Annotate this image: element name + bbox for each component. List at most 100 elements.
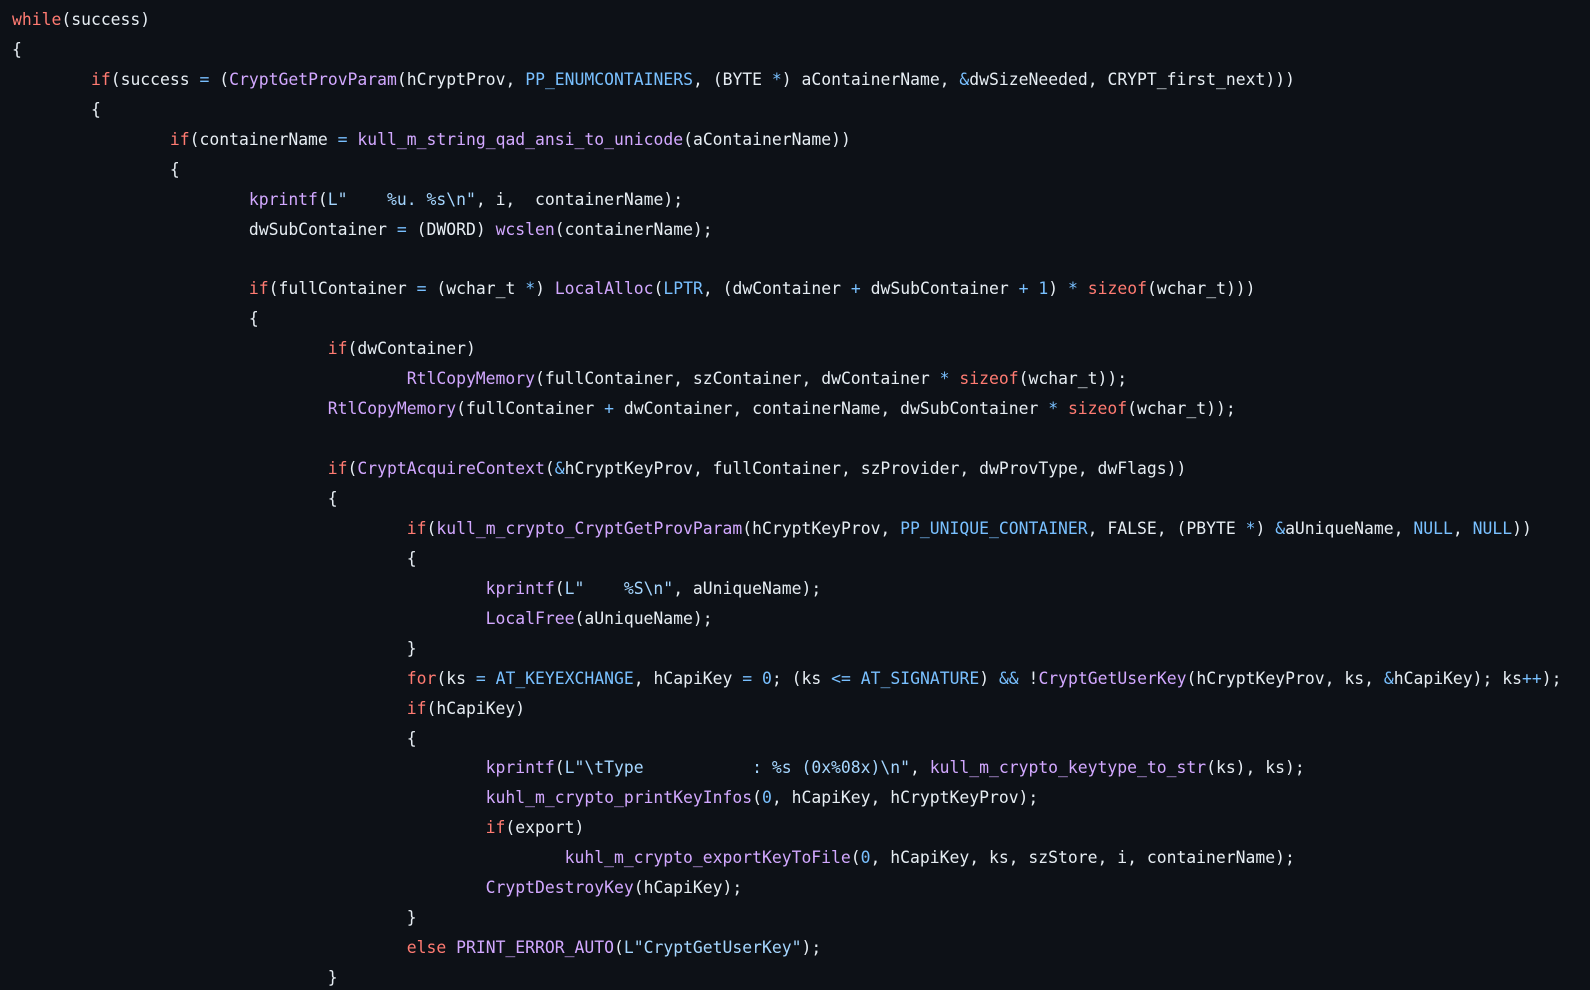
function-name-token: RtlCopyMemory [406, 369, 536, 389]
operator-token: * [1048, 399, 1059, 419]
code-text-token: { [12, 309, 259, 329]
keyword-token: if [485, 818, 506, 838]
code-text-token: (hCryptKeyProv, [742, 518, 901, 538]
code-text-token: , hCapiKey [633, 668, 743, 688]
code-text-token: ( [209, 69, 230, 89]
code-text-token: { [12, 39, 22, 59]
keyword-token: if [248, 279, 269, 299]
code-text-token: hCapiKey); ks [1393, 668, 1523, 688]
code-text-token: ) [1255, 518, 1276, 538]
function-name-token: LocalFree [485, 608, 575, 628]
code-block[interactable]: while(success){ if(success = (CryptGetPr… [0, 0, 1590, 990]
operator-token: * [1068, 279, 1078, 299]
code-text-token: ) [535, 279, 555, 299]
operator-token: & [959, 69, 970, 89]
code-text-token: ); [1541, 668, 1562, 688]
function-name-token: kprintf [485, 578, 555, 598]
operator-token: = [475, 668, 486, 688]
number-token: 0 [860, 848, 871, 868]
keyword-token: while [12, 10, 62, 29]
code-text-token: (fullContainer [456, 399, 605, 419]
keyword-token: else [406, 938, 447, 958]
code-text-token: (success [110, 69, 200, 89]
keyword-token: if [90, 69, 111, 89]
code-line: dwSubContainer = (DWORD) wcslen(containe… [12, 215, 1590, 245]
code-line: if(fullContainer = (wchar_t *) LocalAllo… [12, 274, 1590, 304]
code-line: else PRINT_ERROR_AUTO(L"CryptGetUserKey"… [12, 933, 1590, 963]
code-text-token: dwSubContainer [12, 219, 397, 239]
code-line: if(dwContainer) [12, 334, 1590, 364]
code-text-token: } [12, 908, 417, 928]
function-name-token: kprintf [485, 758, 555, 778]
function-name-token: kull_m_crypto_keytype_to_str [929, 758, 1207, 778]
constant-token: AT_KEYEXCHANGE [495, 668, 634, 688]
constant-token: AT_SIGNATURE [860, 668, 980, 688]
code-text-token: (DWORD) [406, 219, 496, 239]
code-line: LocalFree(aUniqueName); [12, 604, 1590, 634]
code-text-token: ) [1048, 279, 1069, 299]
code-text-token: )) [1512, 518, 1532, 538]
code-text-token: ( [653, 279, 664, 299]
string-literal-token: L" %u. %s\n" [327, 189, 476, 209]
code-text-token: , FALSE, (PBYTE [1087, 518, 1246, 538]
function-name-token: CryptGetUserKey [1038, 668, 1187, 688]
operator-token: * [771, 69, 782, 89]
keyword-token: if [406, 698, 427, 718]
code-line: while(success) [12, 5, 1590, 35]
constant-token: NULL [1472, 518, 1513, 538]
code-line: { [12, 35, 1590, 65]
code-text-token: (containerName [189, 129, 338, 149]
keyword-token: if [327, 459, 348, 479]
code-text-token: ( [613, 938, 624, 958]
code-text-token: (ks [436, 668, 476, 688]
code-text-token: , (BYTE [692, 69, 772, 89]
code-line: if(CryptAcquireContext(&hCryptKeyProv, f… [12, 454, 1590, 484]
code-text-token: ( [317, 189, 328, 209]
code-text-token: { [12, 548, 417, 568]
keyword-token: sizeof [1087, 279, 1147, 299]
code-line: ​ [12, 424, 1590, 454]
keyword-token: if [406, 518, 427, 538]
code-line: kprintf(L" %u. %s\n", i, containerName); [12, 185, 1590, 215]
operator-token: <= [831, 668, 851, 688]
operator-token: && [998, 668, 1019, 688]
code-text-token: ( [554, 578, 565, 598]
code-line: kprintf(L" %S\n", aUniqueName); [12, 574, 1590, 604]
code-text-token: ) aContainerName, [781, 69, 960, 89]
operator-token: & [554, 459, 565, 479]
operator-token: = [199, 69, 210, 89]
code-text-token: (dwContainer) [347, 339, 476, 359]
code-text-token: dwSizeNeeded, CRYPT_first_next))) [969, 69, 1295, 89]
code-line: kuhl_m_crypto_printKeyInfos(0, hCapiKey,… [12, 783, 1590, 813]
keyword-token: sizeof [1067, 399, 1128, 419]
code-text-token: (wchar_t)); [1018, 369, 1128, 389]
code-text-token: (fullContainer [268, 279, 417, 299]
code-text-token: (aContainerName)) [683, 129, 851, 149]
keyword-token: if [169, 129, 190, 149]
code-text-token: (fullContainer, szContainer, dwContainer [535, 369, 940, 389]
code-text-token: (wchar_t)); [1127, 399, 1236, 419]
operator-token: = [416, 279, 427, 299]
operator-token: ++ [1522, 668, 1542, 688]
code-line: } [12, 634, 1590, 664]
code-text-token: dwContainer, containerName, dwSubContain… [613, 399, 1049, 419]
code-text-token: , (dwContainer [702, 279, 851, 299]
code-text-token: ( [426, 518, 437, 538]
operator-token: = [396, 219, 407, 239]
